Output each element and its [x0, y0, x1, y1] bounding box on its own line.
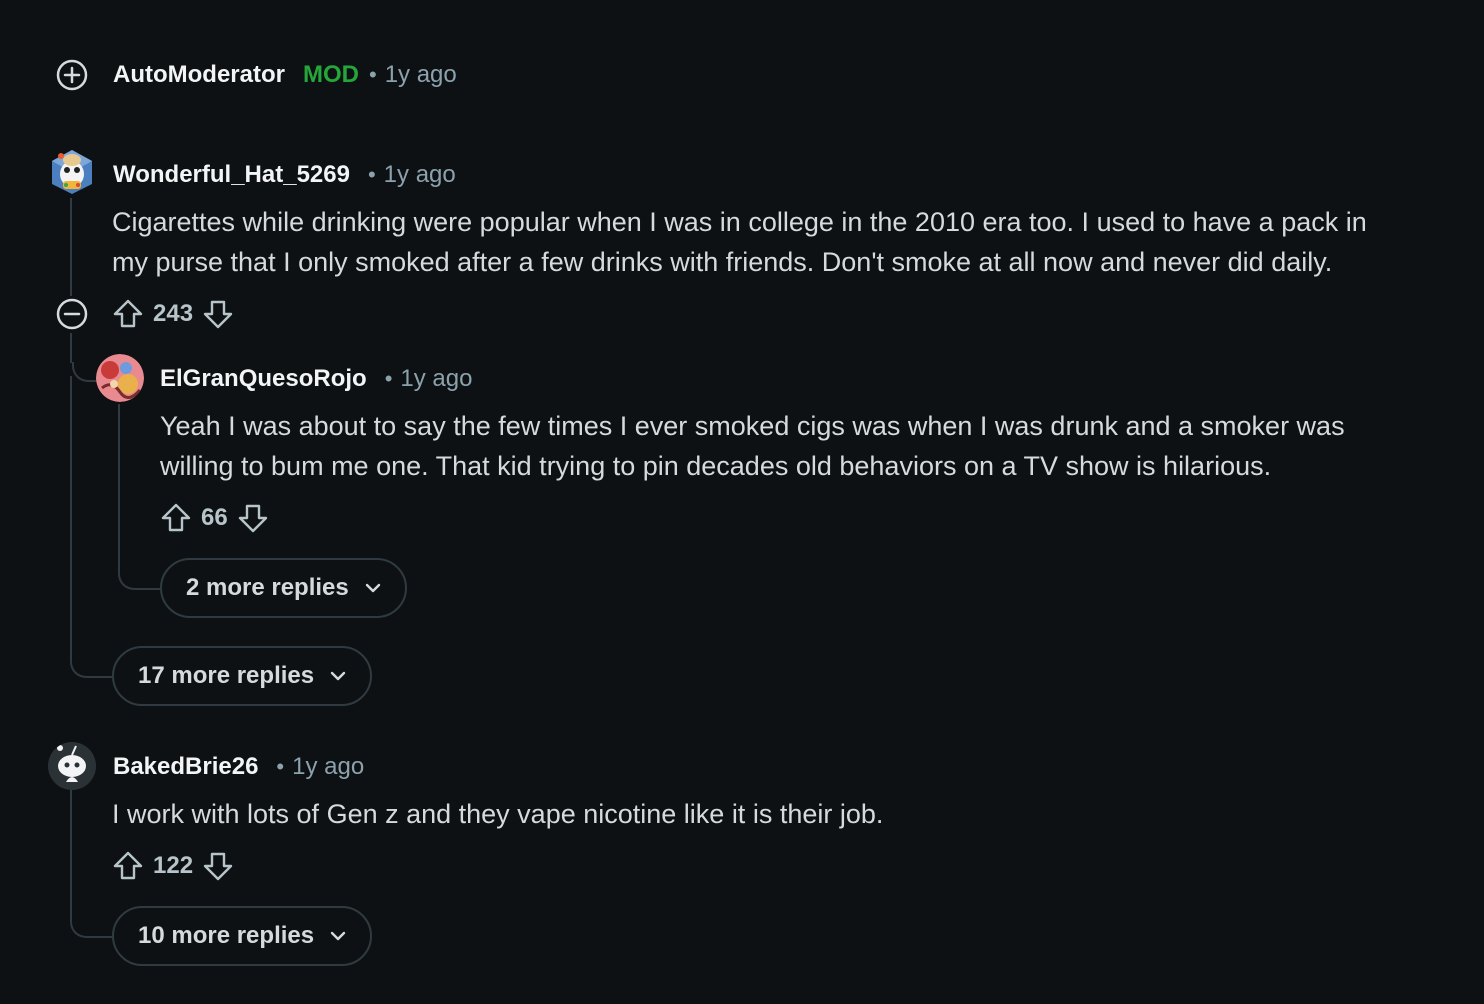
upvote-arrow-icon[interactable]: [111, 849, 145, 883]
vote-score: 122: [153, 852, 194, 879]
downvote-arrow-icon[interactable]: [201, 297, 235, 331]
more-replies-button[interactable]: 10 more replies: [112, 906, 373, 966]
username[interactable]: BakedBrie26: [113, 753, 258, 781]
avatar[interactable]: [96, 354, 144, 402]
collapse-minus-icon[interactable]: [55, 297, 89, 331]
thread-line-wonderful: [70, 198, 72, 296]
downvote-arrow-icon[interactable]: [201, 849, 235, 883]
expand-plus-icon[interactable]: [55, 58, 89, 92]
vote-bar: 243: [111, 296, 235, 332]
thread-branch-2-more: [118, 404, 162, 590]
more-replies-button[interactable]: 17 more replies: [112, 646, 373, 706]
comment-header-elgranquesorojo: ElGranQuesoRojo • 1y ago: [160, 362, 472, 396]
thread-branch-10-more: [70, 790, 114, 938]
comment-body-line: I work with lots of Gen z and they vape …: [112, 799, 884, 829]
thread-branch-17-more: [70, 376, 114, 678]
comment-body-line: Cigarettes while drinking were popular w…: [112, 207, 1367, 237]
comment-header-wonderful: Wonderful_Hat_5269 • 1y ago: [113, 158, 456, 192]
comment-body-line: Yeah I was about to say the few times I …: [160, 411, 1345, 441]
timestamp: 1y ago: [400, 365, 473, 392]
avatar[interactable]: [48, 148, 96, 196]
more-replies-label: 10 more replies: [138, 922, 315, 949]
separator-dot: •: [368, 62, 377, 87]
comment-header-bakedbrie: BakedBrie26 • 1y ago: [113, 750, 364, 784]
chevron-down-icon: [363, 578, 383, 598]
separator-dot: •: [367, 162, 376, 187]
timestamp: 1y ago: [384, 61, 457, 88]
username[interactable]: AutoModerator: [113, 61, 285, 89]
chevron-down-icon: [328, 926, 348, 946]
vote-score: 66: [201, 504, 228, 531]
mod-badge: MOD: [302, 61, 359, 88]
chevron-down-icon: [328, 666, 348, 686]
separator-dot: •: [384, 366, 393, 391]
comment-header-automoderator: AutoModerator MOD • 1y ago: [113, 58, 457, 92]
comment-body: Yeah I was about to say the few times I …: [160, 406, 1470, 486]
comment-body: I work with lots of Gen z and they vape …: [112, 794, 1412, 834]
more-replies-label: 17 more replies: [138, 662, 315, 689]
timestamp: 1y ago: [383, 161, 456, 188]
downvote-arrow-icon[interactable]: [236, 501, 270, 535]
avatar[interactable]: [48, 742, 96, 790]
more-replies-button[interactable]: 2 more replies: [160, 558, 407, 618]
more-replies-label: 2 more replies: [186, 574, 349, 601]
upvote-arrow-icon[interactable]: [159, 501, 193, 535]
comment-thread: AutoModerator MOD • 1y ago Wonderful_Hat…: [0, 0, 1484, 1004]
separator-dot: •: [276, 754, 285, 779]
comment-body-line: my purse that I only smoked after a few …: [112, 247, 1333, 277]
vote-bar: 122: [111, 848, 235, 884]
vote-score: 243: [153, 300, 194, 327]
username[interactable]: Wonderful_Hat_5269: [113, 161, 350, 189]
upvote-arrow-icon[interactable]: [111, 297, 145, 331]
comment-body-line: willing to bum me one. That kid trying t…: [160, 451, 1272, 481]
timestamp: 1y ago: [292, 753, 365, 780]
vote-bar: 66: [159, 500, 270, 536]
thread-line-wonderful-lower: [70, 333, 72, 363]
username[interactable]: ElGranQuesoRojo: [160, 365, 367, 393]
comment-body: Cigarettes while drinking were popular w…: [112, 202, 1472, 282]
